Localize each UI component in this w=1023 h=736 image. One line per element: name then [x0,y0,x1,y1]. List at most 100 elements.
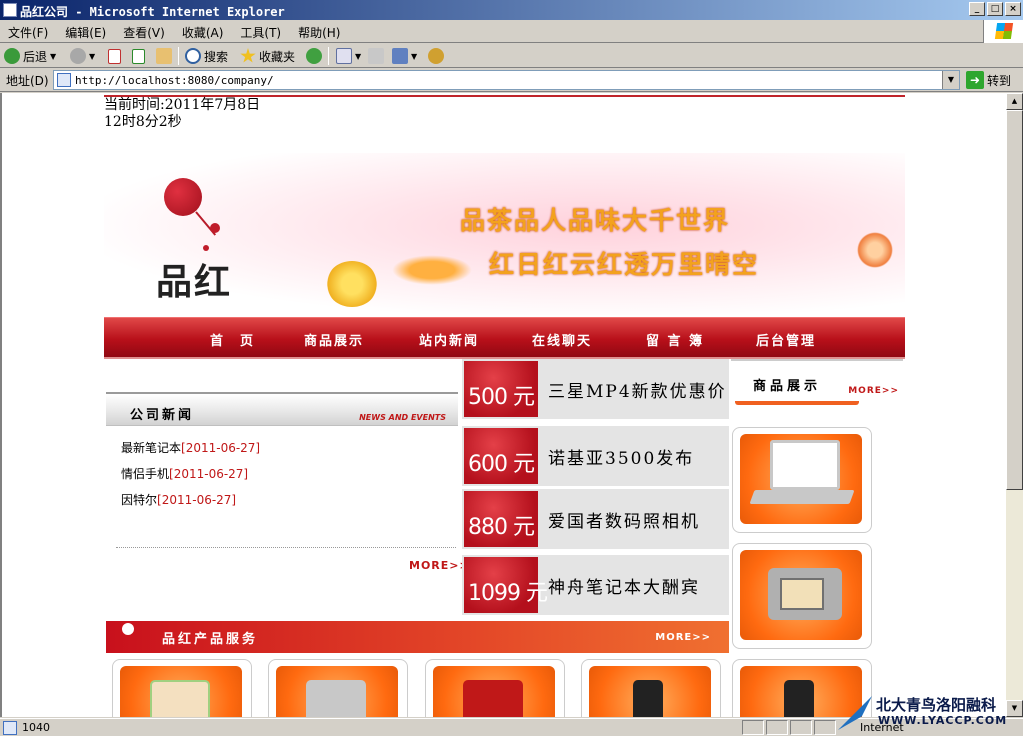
edit-button[interactable]: ▼ [392,47,417,65]
promo-name[interactable]: 爱国者数码照相机 [548,507,700,532]
nav-home[interactable]: 首 页 [210,330,304,349]
news-list: 最新笔记本[2011-06-27] 情侣手机[2011-06-27] 因特尔[2… [121,435,260,513]
product-image [276,666,398,717]
promo-item[interactable]: 500 元 三星MP4新款优惠价 [462,359,729,419]
nav-guestbook[interactable]: 留 言 簿 [646,330,756,349]
refresh-button[interactable] [132,47,145,65]
status-text: 1040 [22,721,50,734]
nav-news[interactable]: 站内新闻 [419,330,532,349]
menu-favorites[interactable]: 收藏(A) [182,24,224,41]
address-url[interactable]: http://localhost:8080/company/ [75,74,274,87]
minimize-button[interactable]: _ [969,2,985,16]
service-card[interactable] [112,659,252,717]
status-pane [766,720,788,735]
windows-logo [983,20,1023,43]
edit-dropdown-icon[interactable]: ▼ [411,52,417,61]
products-header: 商品展示 MORE>> [731,359,903,405]
news-item[interactable]: 因特尔[2011-06-27] [121,487,260,513]
messenger-button[interactable] [428,47,444,65]
promo-price: 500 元 [468,385,535,410]
stop-button[interactable] [108,47,121,65]
forward-arrow-icon [70,48,86,64]
promo-name[interactable]: 诺基亚3500发布 [548,444,694,469]
address-dropdown-icon[interactable]: ▼ [942,71,959,89]
forward-dropdown-icon[interactable]: ▼ [89,52,95,61]
promo-price-badge: 1099 元 [464,557,548,613]
promo-price: 880 元 [468,515,535,540]
search-button[interactable]: 搜索 [185,47,228,65]
promo-name[interactable]: 三星MP4新款优惠价 [548,377,727,402]
promo-item[interactable]: 880 元 爱国者数码照相机 [462,489,729,549]
vertical-scrollbar[interactable]: ▲ ▼ [1006,93,1023,717]
service-card[interactable] [581,659,721,717]
camera-screen [780,578,824,610]
banner-slogan-1: 品茶品人品味大千世界 [460,206,731,235]
laptop-icon [770,440,840,490]
phone-icon [633,680,663,717]
status-pane [790,720,812,735]
print-button[interactable] [368,47,384,65]
news-item-title[interactable]: 情侣手机 [121,467,169,481]
mail-button[interactable]: ▼ [336,47,361,65]
menu-view[interactable]: 查看(V) [123,24,165,41]
nav-products[interactable]: 商品展示 [304,330,419,349]
forward-button[interactable]: ▼ [70,47,95,65]
promo-item[interactable]: 1099 元 神舟笔记本大酬宾 [462,555,729,615]
star-icon [240,48,256,63]
close-button[interactable]: × [1005,2,1021,16]
logo-dot-small [203,245,209,251]
news-title: 公司新闻 [130,408,195,423]
promo-name[interactable]: 神舟笔记本大酬宾 [548,573,700,598]
news-item-title[interactable]: 最新笔记本 [121,441,181,455]
go-button[interactable]: ➜ 转到 [966,71,1011,89]
menu-file[interactable]: 文件(F) [8,24,48,41]
products-title: 商品展示 [753,379,822,394]
product-card-laptop[interactable] [732,427,872,533]
go-arrow-icon: ➜ [966,71,984,89]
news-item-date: [2011-06-27] [169,467,249,481]
bird-logo-icon [838,696,872,730]
phone-icon [784,680,814,717]
product-card-camera[interactable] [732,543,872,649]
mail-dropdown-icon[interactable]: ▼ [355,52,361,61]
watermark-line2: WWW.LYACCP.COM [878,714,1008,727]
product-image [120,666,242,717]
favorites-button[interactable]: 收藏夹 [240,47,295,65]
news-item[interactable]: 最新笔记本[2011-06-27] [121,435,260,461]
news-subtitle: NEWS AND EVENTS [359,413,446,422]
scroll-up-icon[interactable]: ▲ [1006,93,1023,110]
go-label: 转到 [987,73,1012,88]
messenger-icon [428,48,444,64]
service-card[interactable] [268,659,408,717]
products-more-link[interactable]: MORE>> [848,386,899,396]
news-header: 公司新闻 NEWS AND EVENTS [106,392,458,426]
news-divider [116,547,456,548]
maximize-button[interactable]: □ [987,2,1003,16]
red-camera-icon [463,680,523,717]
service-card[interactable] [425,659,565,717]
promo-price-badge: 500 元 [464,361,538,417]
news-item[interactable]: 情侣手机[2011-06-27] [121,461,260,487]
page-icon [57,73,71,87]
news-item-date: [2011-06-27] [181,441,261,455]
watermark-logo: 北大青鸟洛阳融科 WWW.LYACCP.COM [838,692,1023,736]
news-more-link[interactable]: MORE>> [409,559,470,572]
nav-chat[interactable]: 在线聊天 [532,330,646,349]
back-button[interactable]: 后退 ▼ [4,47,56,65]
menu-bar: 文件(F) 编辑(E) 查看(V) 收藏(A) 工具(T) 帮助(H) [0,20,1023,43]
menu-tools[interactable]: 工具(T) [240,24,281,41]
scroll-thumb[interactable] [1006,110,1023,490]
menu-edit[interactable]: 编辑(E) [65,24,106,41]
main-nav: 首 页 商品展示 站内新闻 在线聊天 留 言 簿 后台管理 [104,317,905,357]
nav-admin[interactable]: 后台管理 [756,330,846,349]
back-dropdown-icon[interactable]: ▼ [50,52,56,61]
service-more-link[interactable]: MORE>> [655,632,711,643]
window-titlebar[interactable]: 品红公司 - Microsoft Internet Explorer _ □ × [0,0,1023,20]
promo-item[interactable]: 600 元 诺基亚3500发布 [462,426,729,486]
menu-help[interactable]: 帮助(H) [298,24,340,41]
status-pane [742,720,764,735]
home-button[interactable] [156,47,172,65]
media-button[interactable] [306,47,322,65]
address-input[interactable]: http://localhost:8080/company/ ▼ [53,70,960,90]
news-item-title[interactable]: 因特尔 [121,493,157,507]
